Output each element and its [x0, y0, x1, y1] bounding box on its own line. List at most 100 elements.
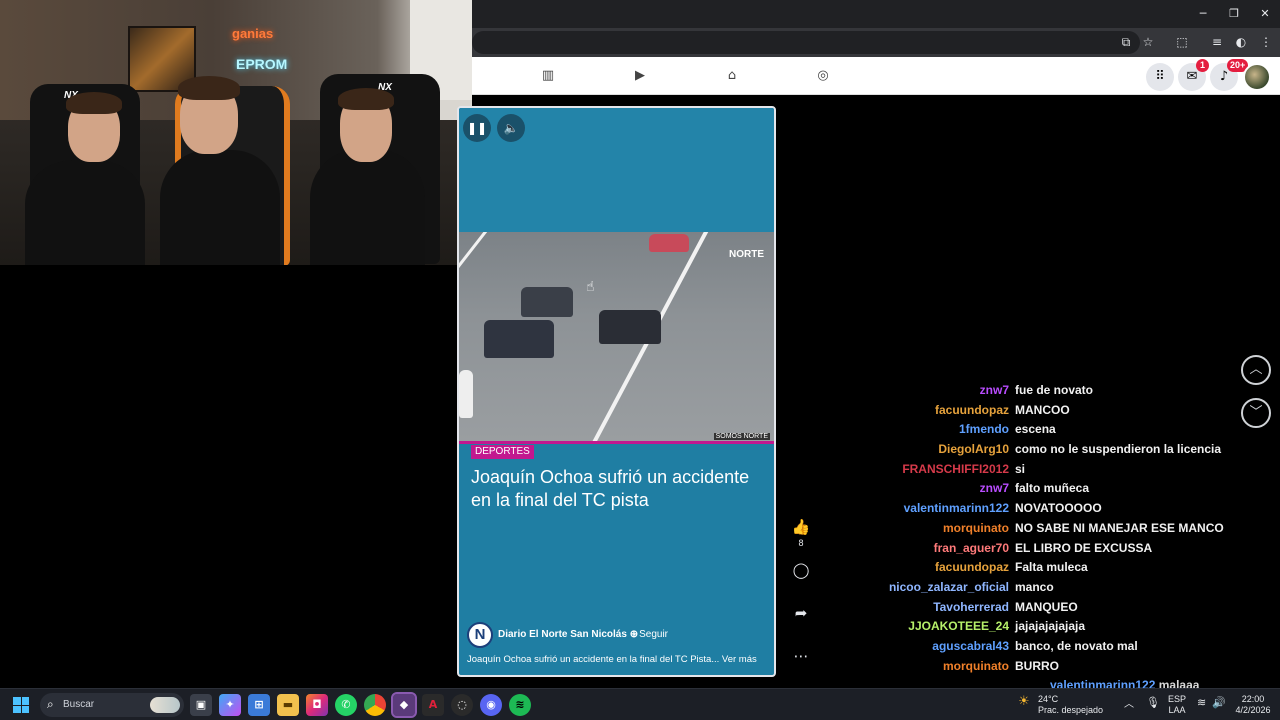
feeds-icon[interactable]: ▥ [539, 68, 557, 84]
previous-reel-button[interactable]: ︿ [1241, 355, 1271, 385]
account-avatar[interactable] [1243, 63, 1271, 91]
chat-username[interactable]: facuundopaz [935, 560, 1009, 574]
minimize-button[interactable]: ─ [1188, 4, 1218, 24]
chat-username[interactable]: znw7 [980, 383, 1009, 397]
taskbar-search[interactable]: ⌕ Buscar [40, 693, 184, 717]
microphone-icon[interactable]: 🎙 [1146, 698, 1160, 709]
chat-message-text: MANQUEO [1015, 599, 1078, 614]
instagram-icon[interactable]: ◘ [306, 694, 328, 716]
windows-start-icon[interactable] [13, 697, 29, 713]
language-bottom: LAA [1168, 705, 1186, 715]
store-icon[interactable]: ⊞ [248, 694, 270, 716]
chat-username[interactable]: znw7 [980, 481, 1009, 495]
next-reel-button[interactable]: ﹀ [1241, 398, 1271, 428]
chat-message-row: znw7 falto muñeca [830, 479, 1230, 499]
chat-username[interactable]: aguscabral43 [932, 639, 1009, 653]
video-logo: NORTE [729, 249, 764, 260]
chat-message-row: nicoo_zalazar_oficial manco [830, 578, 1230, 598]
app-red-icon[interactable]: A [422, 694, 444, 716]
spotify-icon[interactable]: ≋ [509, 694, 531, 716]
more-options-icon[interactable]: ⋯ [790, 647, 812, 665]
chat-username[interactable]: FRANSCHIFFI2012 [902, 462, 1009, 476]
file-explorer-icon[interactable]: ▬ [277, 694, 299, 716]
chat-username[interactable]: DiegolArg10 [938, 442, 1009, 456]
chat-username[interactable]: 1fmendo [959, 422, 1009, 436]
task-view-icon[interactable]: ▣ [190, 694, 212, 716]
chat-username[interactable]: Tavoherrerad [933, 600, 1009, 614]
reel-progress-fill [459, 675, 560, 677]
chat-message-text: si [1015, 461, 1026, 476]
person-center-body [160, 150, 280, 265]
person-right-hair [338, 88, 394, 110]
chat-partial-user: valentinmarinn122 [1050, 678, 1156, 688]
chat-username[interactable]: nicoo_zalazar_oficial [889, 580, 1009, 594]
chat-message-text: Falta muleca [1015, 560, 1088, 575]
chat-username[interactable]: valentinmarinn122 [904, 501, 1009, 515]
extensions-icon[interactable]: ⬚ [1173, 33, 1191, 51]
chat-message-row: morquinato NO SABE NI MANEJAR ESE MANCO [830, 519, 1230, 539]
chrome-icon[interactable] [364, 694, 386, 716]
media-control-icon[interactable]: ≡ [1208, 33, 1226, 51]
share-icon[interactable]: ➦ [790, 604, 812, 622]
weather-widget[interactable]: 24°C Prac. despejado [1038, 694, 1103, 716]
wifi-icon[interactable]: ≋ [1197, 698, 1206, 709]
language-top: ESP [1168, 694, 1187, 704]
clock[interactable]: 22:00 4/2/2026 [1230, 694, 1276, 716]
chat-message-text: como no le suspendieron la licencia [1015, 442, 1222, 457]
chat-username[interactable]: facuundopaz [935, 403, 1009, 417]
tray-chevron-icon[interactable]: ︿ [1124, 699, 1134, 710]
chat-username[interactable]: fran_aguer70 [934, 541, 1009, 555]
volume-icon[interactable]: 🔈 [497, 114, 525, 142]
chat-message-row: FRANSCHIFFI2012 si [830, 460, 1230, 480]
screen: ─ ❐ ✕ ⧉ ☆ ⬚ ≡ ◐ ⋮ ▥ ▶ ⌂ ◎ ⠿ ✉ 1 ♪ 20+ ga… [0, 0, 1280, 720]
browser-menu-icon[interactable]: ⋮ [1257, 33, 1275, 51]
restore-button[interactable]: ❐ [1219, 4, 1249, 24]
weather-icon[interactable]: ☀ [1018, 694, 1030, 707]
profile-icon[interactable]: ◐ [1232, 33, 1250, 51]
follow-button[interactable]: · Seguir [633, 629, 668, 640]
chat-username[interactable]: JJOAKOTEEE_24 [908, 619, 1009, 633]
reel-video-frame[interactable]: NORTE SOMOS NORTE [459, 232, 774, 442]
search-icon: ⌕ [47, 697, 54, 711]
like-icon[interactable]: 👍 [790, 518, 812, 536]
like-count: 8 [798, 538, 804, 548]
language-indicator[interactable]: ESP LAA [1168, 694, 1186, 716]
chat-message-text: banco, de novato mal [1015, 638, 1138, 653]
page-avatar[interactable]: N [467, 622, 493, 648]
comment-icon[interactable]: ◯ [790, 561, 812, 579]
copilot-icon[interactable]: ✦ [219, 694, 241, 716]
windows-taskbar: ⌕ Buscar ▣ ✦ ⊞ ▬ ◘ ✆ ◆ A ◌ ◉ ≋ ☀ 24°C Pr… [0, 688, 1280, 720]
close-button[interactable]: ✕ [1250, 4, 1280, 24]
gaming-icon[interactable]: ◎ [814, 68, 832, 84]
chat-username[interactable]: morquinato [943, 521, 1009, 535]
chat-message-row: valentinmarinn122 NOVATOOOOO [830, 499, 1230, 519]
chat-message-text: MANCOO [1015, 402, 1070, 417]
marketplace-icon[interactable]: ⌂ [723, 68, 741, 84]
address-bar[interactable] [472, 31, 1140, 54]
video-icon[interactable]: ▶ [631, 68, 649, 84]
chat-message-row: JJOAKOTEEE_24 jajajajajajaja [830, 617, 1230, 637]
reel-caption[interactable]: Joaquín Ochoa sufrió un accidente en la … [467, 654, 767, 665]
race-car-5 [459, 370, 473, 418]
chat-message-row: morquinato BURRO [830, 657, 1230, 677]
reel-progress-bar[interactable] [459, 675, 774, 677]
page-name-text: Diario El Norte San Nicolás [498, 629, 627, 640]
bookmark-star-icon[interactable]: ☆ [1139, 33, 1157, 51]
page-name-link[interactable]: Diario El Norte San Nicolás ⊕ [498, 629, 638, 640]
apps-menu-icon[interactable]: ⠿ [1146, 63, 1174, 91]
chat-username[interactable]: morquinato [943, 659, 1009, 673]
speaker-icon[interactable]: 🔊 [1212, 698, 1226, 709]
app-circle-icon[interactable]: ◌ [451, 694, 473, 716]
discord-icon[interactable]: ◉ [480, 694, 502, 716]
active-app-icon[interactable]: ◆ [391, 692, 417, 718]
chat-message-text: jajajajajajaja [1015, 619, 1086, 634]
person-left-body [25, 160, 145, 265]
chat-message-row: aguscabral43 banco, de novato mal [830, 637, 1230, 657]
cast-icon[interactable]: ⧉ [1117, 33, 1135, 51]
pause-icon[interactable]: ❚❚ [463, 114, 491, 142]
chat-message-row: facuundopaz MANCOO [830, 401, 1230, 421]
person-left-hair [66, 92, 122, 114]
reel-player[interactable]: ❚❚ 🔈 NORTE SOMOS NORTE DEPORTES Joaquín … [457, 106, 776, 677]
chat-message-text: EL LIBRO DE EXCUSSA [1015, 540, 1153, 555]
whatsapp-icon[interactable]: ✆ [335, 694, 357, 716]
